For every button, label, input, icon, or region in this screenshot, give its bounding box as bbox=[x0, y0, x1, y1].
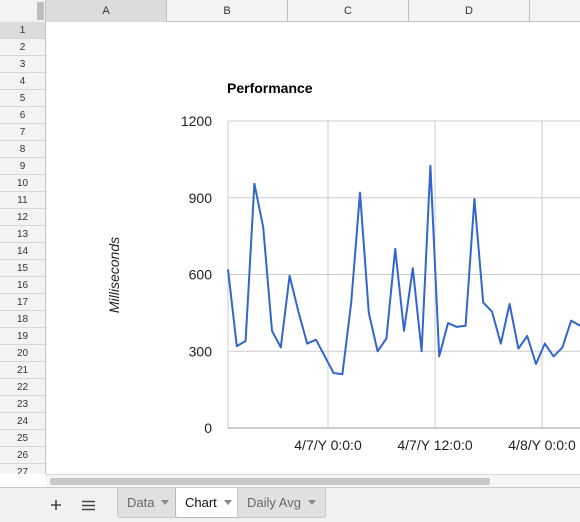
sheet-list-icon[interactable] bbox=[77, 494, 99, 516]
y-tick-label: 300 bbox=[189, 343, 213, 359]
tab-data-label: Data bbox=[127, 495, 155, 510]
freeze-handle[interactable] bbox=[37, 2, 44, 20]
row-header-5[interactable]: 5 bbox=[0, 90, 45, 107]
column-header-a[interactable]: A bbox=[46, 0, 167, 22]
column-header-d[interactable]: D bbox=[409, 0, 530, 22]
row-header-11[interactable]: 11 bbox=[0, 192, 45, 209]
row-header-22[interactable]: 22 bbox=[0, 379, 45, 396]
sheet-tab-bar: Data Chart Daily Avg bbox=[0, 487, 580, 522]
row-header-24[interactable]: 24 bbox=[0, 413, 45, 430]
row-header-23[interactable]: 23 bbox=[0, 396, 45, 413]
row-header-25[interactable]: 25 bbox=[0, 430, 45, 447]
x-axis-ticks: 4/7/Y 0:0:0 4/7/Y 12:0:0 4/8/Y 0:0:0 bbox=[294, 437, 576, 453]
column-header-e[interactable] bbox=[530, 0, 580, 22]
row-header-18[interactable]: 18 bbox=[0, 311, 45, 328]
y-axis-label: Milliseconds bbox=[106, 237, 122, 313]
chevron-down-icon[interactable] bbox=[223, 500, 232, 505]
plus-icon[interactable] bbox=[45, 494, 67, 516]
tab-daily-avg-label: Daily Avg bbox=[247, 495, 301, 510]
chart-background bbox=[46, 22, 580, 474]
row-header-4[interactable]: 4 bbox=[0, 73, 45, 90]
row-header-bar: 1 2 3 4 5 6 7 8 9 10 11 12 13 14 15 16 17 18 19 20 21 22 23 24 2… bbox=[0, 22, 46, 474]
chevron-down-icon[interactable] bbox=[161, 500, 170, 505]
row-header-10[interactable]: 10 bbox=[0, 175, 45, 192]
row-header-6[interactable]: 6 bbox=[0, 107, 45, 124]
row-header-14[interactable]: 14 bbox=[0, 243, 45, 260]
y-tick-label: 1200 bbox=[181, 113, 212, 129]
chart-title: Performance bbox=[227, 80, 313, 96]
y-tick-label: 600 bbox=[189, 267, 213, 283]
row-header-19[interactable]: 19 bbox=[0, 328, 45, 345]
chevron-down-icon[interactable] bbox=[307, 500, 316, 505]
select-all-corner[interactable] bbox=[0, 0, 46, 22]
tab-chart[interactable]: Chart bbox=[175, 488, 242, 518]
y-tick-label: 0 bbox=[204, 420, 212, 436]
row-header-26[interactable]: 26 bbox=[0, 447, 45, 464]
column-header-b[interactable]: B bbox=[167, 0, 288, 22]
horizontal-scrollbar[interactable] bbox=[46, 474, 580, 487]
row-header-12[interactable]: 12 bbox=[0, 209, 45, 226]
row-header-13[interactable]: 13 bbox=[0, 226, 45, 243]
row-header-20[interactable]: 20 bbox=[0, 345, 45, 362]
performance-chart[interactable]: Performance Milliseconds 03006009001200 … bbox=[46, 22, 580, 474]
row-header-7[interactable]: 7 bbox=[0, 124, 45, 141]
column-header-c[interactable]: C bbox=[288, 0, 409, 22]
tab-daily-avg[interactable]: Daily Avg bbox=[237, 488, 326, 518]
row-header-8[interactable]: 8 bbox=[0, 141, 45, 158]
x-tick-label: 4/7/Y 0:0:0 bbox=[294, 437, 362, 453]
row-header-3[interactable]: 3 bbox=[0, 56, 45, 73]
row-header-17[interactable]: 17 bbox=[0, 294, 45, 311]
row-header-9[interactable]: 9 bbox=[0, 158, 45, 175]
column-header-bar: A B C D bbox=[0, 0, 580, 22]
row-header-21[interactable]: 21 bbox=[0, 362, 45, 379]
scrollbar-thumb[interactable] bbox=[50, 478, 490, 485]
row-header-15[interactable]: 15 bbox=[0, 260, 45, 277]
row-header-2[interactable]: 2 bbox=[0, 39, 45, 56]
x-tick-label: 4/8/Y 0:0:0 bbox=[508, 437, 576, 453]
y-tick-label: 900 bbox=[189, 190, 213, 206]
row-header-16[interactable]: 16 bbox=[0, 277, 45, 294]
x-tick-label: 4/7/Y 12:0:0 bbox=[397, 437, 472, 453]
tab-chart-label: Chart bbox=[185, 495, 217, 510]
row-header-27[interactable]: 27 bbox=[0, 464, 45, 474]
tab-data[interactable]: Data bbox=[117, 488, 180, 518]
row-header-1[interactable]: 1 bbox=[0, 22, 45, 39]
